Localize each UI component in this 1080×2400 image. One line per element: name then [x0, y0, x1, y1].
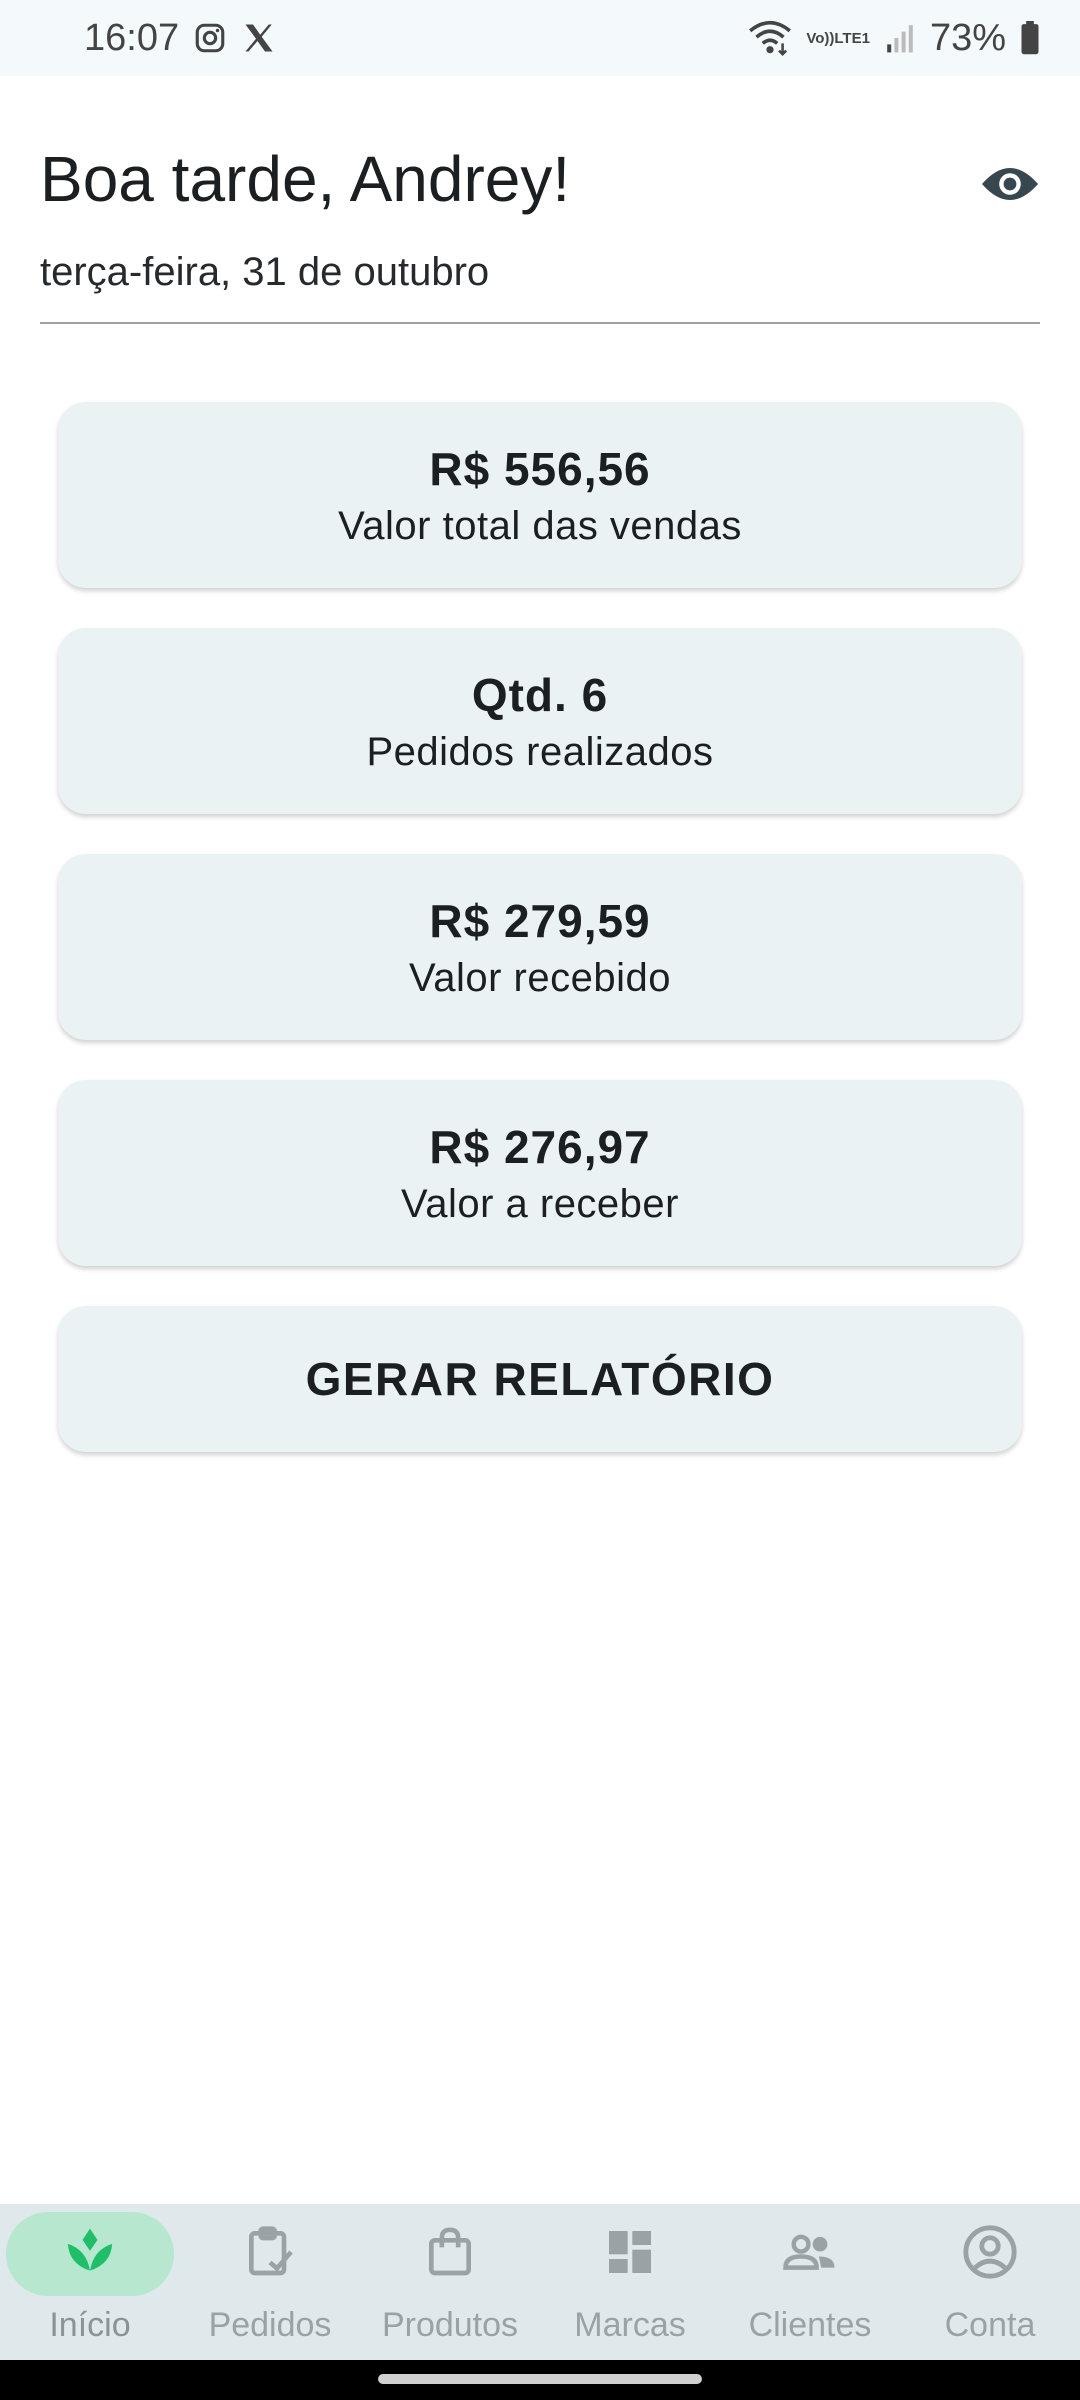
current-date: terça-feira, 31 de outubro: [40, 250, 490, 294]
card-label: Valor a receber: [400, 1181, 679, 1226]
card-value: R$ 279,59: [429, 894, 651, 947]
home-gesture-handle[interactable]: [378, 2374, 702, 2384]
card-label: Valor total das vendas: [338, 503, 742, 548]
clipboard-check-icon: [242, 2224, 298, 2285]
header: Boa tarde, Andrey! terça-feira, 31 de ou…: [40, 76, 1040, 324]
battery-icon: [1020, 21, 1040, 55]
nav-label: Pedidos: [208, 2306, 332, 2344]
card-label: Valor recebido: [409, 955, 671, 1000]
nav-label: Clientes: [748, 2306, 872, 2344]
generate-report-button[interactable]: GERAR RELATÓRIO: [58, 1306, 1022, 1452]
nav-item-pedidos[interactable]: Pedidos: [180, 2204, 360, 2360]
dashboard-grid-icon: [602, 2224, 658, 2285]
nav-label: Conta: [944, 2306, 1036, 2344]
card-label: Pedidos realizados: [366, 729, 714, 774]
volte-indicator: Vo)) LTE1: [806, 29, 870, 47]
x-icon: [241, 20, 277, 56]
nav-item-conta[interactable]: Conta: [900, 2204, 1080, 2360]
nav-active-indicator: [6, 2212, 174, 2296]
receivable-amount-card[interactable]: R$ 276,97 Valor a receber: [58, 1080, 1022, 1266]
shopping-bag-icon: [422, 2224, 478, 2285]
card-value: Qtd. 6: [471, 668, 609, 721]
eye-icon: [980, 164, 1040, 209]
sprout-icon: [62, 2224, 118, 2285]
greeting-title: Boa tarde, Andrey!: [40, 143, 571, 215]
nav-label: Produtos: [381, 2306, 519, 2344]
nav-item-produtos[interactable]: Produtos: [360, 2204, 540, 2360]
summary-cards: R$ 556,56 Valor total das vendas Qtd. 6 …: [58, 402, 1022, 1452]
nav-label: Marcas: [574, 2306, 686, 2344]
toggle-visibility-button[interactable]: [976, 152, 1044, 220]
instagram-icon: [193, 21, 227, 55]
people-icon: [781, 2224, 839, 2285]
signal-icon: [884, 22, 916, 54]
orders-count-card[interactable]: Qtd. 6 Pedidos realizados: [58, 628, 1022, 814]
card-value: R$ 276,97: [429, 1120, 651, 1173]
card-value: R$ 556,56: [429, 442, 651, 495]
total-sales-card[interactable]: R$ 556,56 Valor total das vendas: [58, 402, 1022, 588]
account-circle-icon: [961, 2223, 1019, 2286]
nav-item-inicio[interactable]: Início: [0, 2204, 180, 2360]
system-gesture-bar: [0, 2360, 1080, 2400]
battery-percent: 73%: [929, 16, 1006, 59]
nav-label: Início: [49, 2306, 131, 2344]
bottom-navigation: Início Pedidos Produtos Marcas Clientes …: [0, 2204, 1080, 2360]
status-time: 16:07: [84, 16, 180, 59]
nav-item-marcas[interactable]: Marcas: [540, 2204, 720, 2360]
status-bar: 16:07 Vo)) LTE1 73%: [0, 0, 1080, 76]
received-amount-card[interactable]: R$ 279,59 Valor recebido: [58, 854, 1022, 1040]
wifi-icon: [748, 20, 792, 56]
nav-item-clientes[interactable]: Clientes: [720, 2204, 900, 2360]
